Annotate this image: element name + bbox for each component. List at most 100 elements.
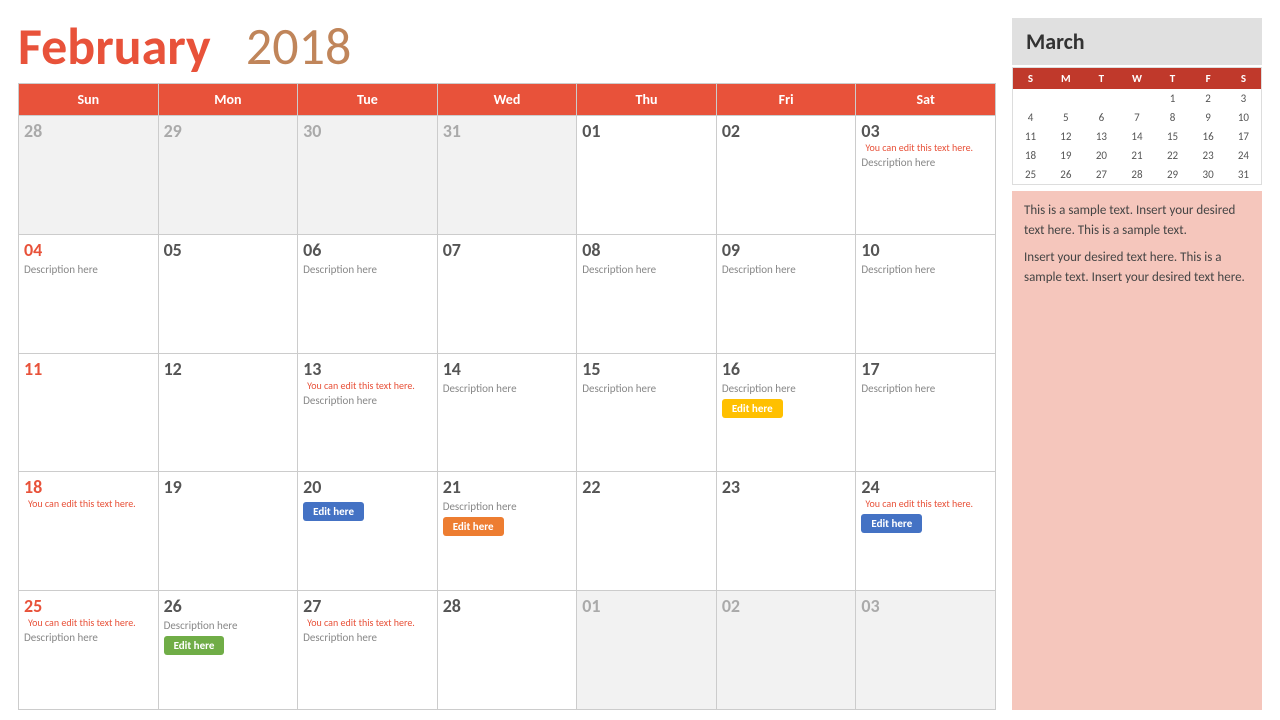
cell-description: Description here bbox=[582, 263, 711, 276]
edit-button[interactable]: Edit here bbox=[303, 502, 364, 521]
day-number: 01 bbox=[582, 595, 711, 617]
day-number: 05 bbox=[164, 239, 293, 261]
cell-description: Description here bbox=[303, 394, 432, 407]
mini-cal-cell: 6 bbox=[1084, 108, 1120, 127]
edit-note: You can edit this text here. bbox=[28, 617, 136, 629]
day-number: 03 bbox=[861, 595, 990, 617]
mini-cal-row: 45678910 bbox=[1013, 108, 1262, 127]
mini-cal-cell bbox=[1048, 89, 1084, 108]
mini-cal-cell: 18 bbox=[1013, 146, 1049, 165]
cell-description: Description here bbox=[861, 156, 990, 169]
edit-button[interactable]: Edit here bbox=[861, 514, 922, 533]
mini-cal-cell: 3 bbox=[1226, 89, 1262, 108]
sidebar-text-1: This is a sample text. Insert your desir… bbox=[1024, 201, 1250, 240]
mini-cal-day-header: T bbox=[1084, 68, 1120, 90]
cell-description: Description here bbox=[24, 263, 153, 276]
edit-button[interactable]: Edit here bbox=[164, 636, 225, 655]
day-number: 13 bbox=[303, 358, 321, 380]
edit-note: You can edit this text here. bbox=[28, 498, 136, 510]
day-number: 25 bbox=[24, 595, 42, 617]
mini-cal-cell: 21 bbox=[1119, 146, 1155, 165]
sidebar-text-box: This is a sample text. Insert your desir… bbox=[1012, 191, 1262, 710]
mini-cal-cell bbox=[1013, 89, 1049, 108]
calendar-cell: 05 bbox=[158, 234, 298, 353]
mini-cal-cell: 2 bbox=[1190, 89, 1226, 108]
mini-cal-day-header: S bbox=[1226, 68, 1262, 90]
calendar-row: 18You can edit this text here. 1920 Edit h… bbox=[19, 472, 996, 591]
day-number: 20 bbox=[303, 476, 432, 498]
calendar-row: 111213You can edit this text here.Descri… bbox=[19, 353, 996, 472]
calendar-cell: 02 bbox=[716, 116, 856, 235]
col-tue: Tue bbox=[298, 84, 438, 116]
calendar-cell: 15 Description here bbox=[577, 353, 717, 472]
calendar-cell: 12 bbox=[158, 353, 298, 472]
mini-cal-cell: 23 bbox=[1190, 146, 1226, 165]
mini-cal-cell: 12 bbox=[1048, 127, 1084, 146]
cell-description: Description here bbox=[303, 631, 432, 644]
calendar-cell: 08Description here bbox=[577, 234, 717, 353]
mini-cal-cell: 9 bbox=[1190, 108, 1226, 127]
sidebar-text-2: Insert your desired text here. This is a… bbox=[1024, 248, 1250, 287]
day-number: 22 bbox=[582, 476, 711, 498]
mini-cal-cell: 20 bbox=[1084, 146, 1120, 165]
calendar-cell: 25You can edit this text here. Descriptio… bbox=[19, 591, 159, 710]
mini-cal-cell: 30 bbox=[1190, 165, 1226, 185]
calendar-cell: 29 bbox=[158, 116, 298, 235]
calendar-table: Sun Mon Tue Wed Thu Fri Sat 282930310102… bbox=[18, 83, 996, 710]
mini-cal-cell: 14 bbox=[1119, 127, 1155, 146]
sidebar-month-header: March bbox=[1012, 18, 1262, 65]
cell-description: Description here bbox=[582, 382, 711, 395]
calendar-cell: 31 bbox=[437, 116, 577, 235]
mini-cal-cell: 28 bbox=[1119, 165, 1155, 185]
calendar-cell: 07 bbox=[437, 234, 577, 353]
mini-cal-cell: 26 bbox=[1048, 165, 1084, 185]
day-number: 18 bbox=[24, 476, 42, 498]
day-number: 28 bbox=[24, 120, 153, 142]
calendar-cell: 17 Description here bbox=[856, 353, 996, 472]
day-number: 01 bbox=[582, 120, 711, 142]
day-number: 15 bbox=[582, 358, 711, 380]
calendar-cell: 22 bbox=[577, 472, 717, 591]
cell-description: Description here bbox=[24, 631, 153, 644]
mini-cal-day-header: F bbox=[1190, 68, 1226, 90]
col-sun: Sun bbox=[19, 84, 159, 116]
calendar-cell: 14Description here bbox=[437, 353, 577, 472]
day-number: 06 bbox=[303, 239, 432, 261]
calendar-cell: 10Description here bbox=[856, 234, 996, 353]
sidebar: March SMTWTFS 12345678910111213141516171… bbox=[1012, 18, 1262, 710]
day-number: 26 bbox=[164, 595, 293, 617]
calendar-cell: 13You can edit this text here.Descriptio… bbox=[298, 353, 438, 472]
day-number: 10 bbox=[861, 239, 990, 261]
calendar-cell: 26Description hereEdit here bbox=[158, 591, 298, 710]
title-year: 2018 bbox=[246, 14, 351, 78]
day-number: 02 bbox=[722, 120, 851, 142]
col-mon: Mon bbox=[158, 84, 298, 116]
edit-button[interactable]: Edit here bbox=[443, 517, 504, 536]
calendar-cell: 24You can edit this text here.Edit here bbox=[856, 472, 996, 591]
calendar-cell: 02 bbox=[716, 591, 856, 710]
calendar-cell: 16Description hereEdit here bbox=[716, 353, 856, 472]
calendar-cell: 27You can edit this text here.Descriptio… bbox=[298, 591, 438, 710]
mini-cal-day-header: T bbox=[1155, 68, 1191, 90]
day-number: 17 bbox=[861, 358, 990, 380]
calendar-cell: 03 bbox=[856, 591, 996, 710]
mini-cal-cell: 11 bbox=[1013, 127, 1049, 146]
calendar-row: 28293031010203You can edit this text her… bbox=[19, 116, 996, 235]
day-number: 07 bbox=[443, 239, 572, 261]
calendar-cell: 21Description hereEdit here bbox=[437, 472, 577, 591]
mini-cal-cell bbox=[1119, 89, 1155, 108]
mini-cal-header-row: SMTWTFS bbox=[1013, 68, 1262, 90]
col-wed: Wed bbox=[437, 84, 577, 116]
mini-cal-day-header: W bbox=[1119, 68, 1155, 90]
mini-cal-row: 123 bbox=[1013, 89, 1262, 108]
mini-calendar: SMTWTFS 12345678910111213141516171819202… bbox=[1012, 67, 1262, 185]
day-number: 27 bbox=[303, 595, 321, 617]
edit-button[interactable]: Edit here bbox=[722, 399, 783, 418]
day-number: 11 bbox=[24, 358, 153, 380]
main-title: February 2018 bbox=[18, 18, 996, 75]
cell-description: Description here bbox=[861, 382, 990, 395]
mini-cal-cell: 29 bbox=[1155, 165, 1191, 185]
calendar-cell: 19 bbox=[158, 472, 298, 591]
day-number: 21 bbox=[443, 476, 572, 498]
day-number: 09 bbox=[722, 239, 851, 261]
